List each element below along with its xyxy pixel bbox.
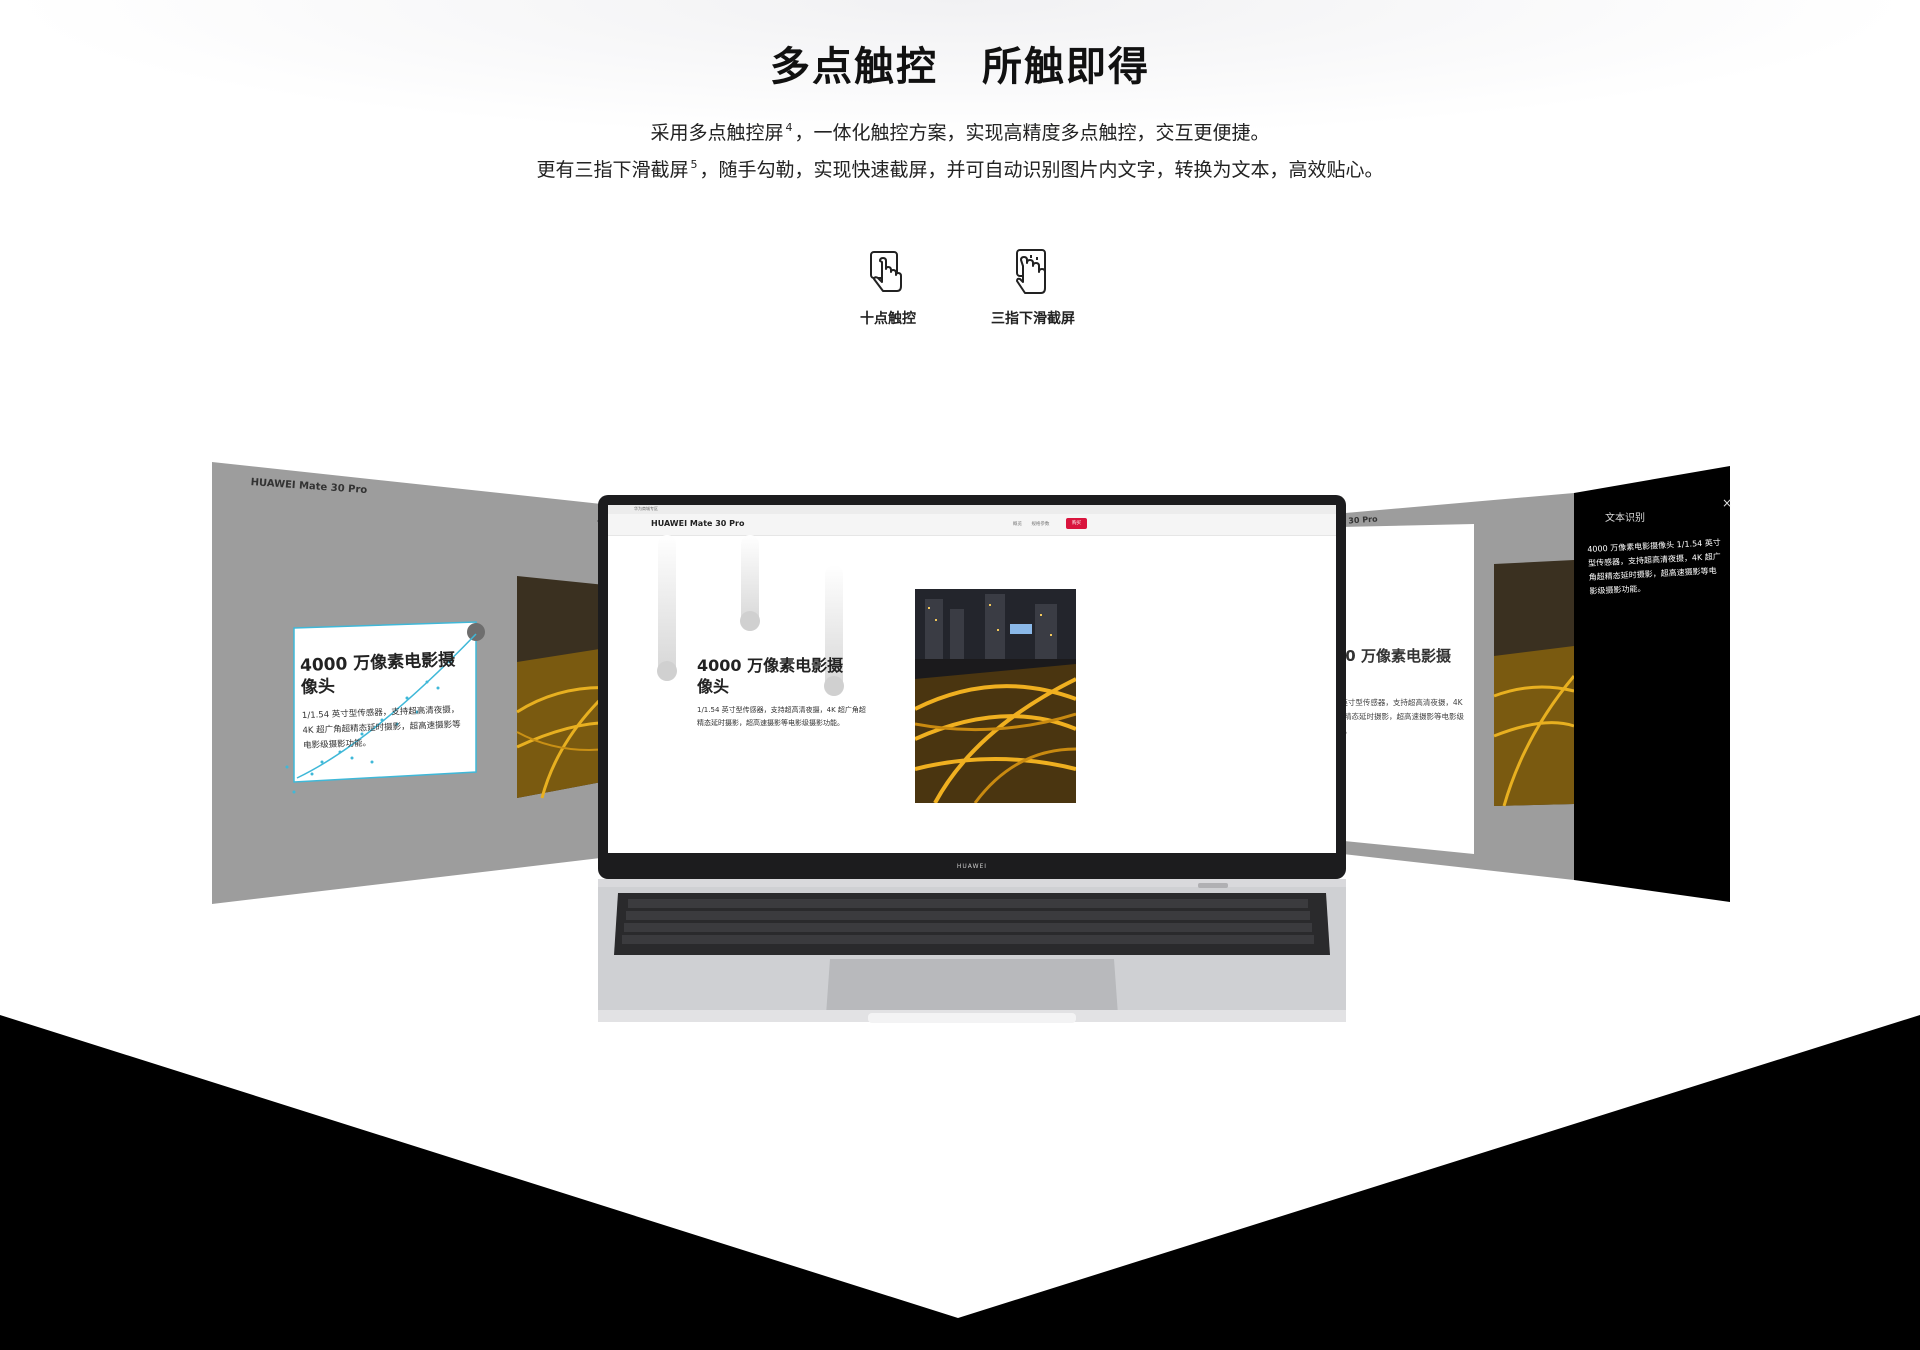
product-brand[interactable]: HUAWEI Mate 30 Pro <box>651 519 744 528</box>
ocr-close-button[interactable]: × <box>1722 496 1732 510</box>
feature-ten-point-touch: 十点触控 <box>818 248 958 328</box>
headline-part-1: 多点触控 <box>770 44 939 90</box>
screen-body: 1/1.54 英寸型传感器，支持超高清夜摄，4K 超广角超精态延时摄影，超高速摄… <box>697 706 866 727</box>
screen-heading: 4000 万像素电影摄像头 <box>697 656 844 696</box>
headline-part-2: 所触即得 <box>981 44 1150 90</box>
left-panel-heading: 4000 万像素电影摄像头 <box>299 650 456 699</box>
laptop-device: 华为商城专区 HUAWEI Mate 30 Pro 概览 规格参数 购买 400… <box>598 495 1346 1030</box>
laptop-logo: HUAWEI <box>956 863 988 870</box>
ocr-title: 文本识别 <box>1605 513 1645 524</box>
city-overpass-photo <box>915 589 1076 803</box>
feature-label: 三指下滑截屏 <box>991 311 1075 327</box>
top-bar-text: 华为商城专区 <box>634 506 658 511</box>
footnote-4: 4 <box>785 121 793 134</box>
description-line-1: 采用多点触控屏 4 ，一体化触控方案，实现高精度多点触控，交互更便捷。 <box>650 121 1270 144</box>
ocr-result-text: 4000 万像素电影摄像头 1/1.54 英寸型传感器，支持超高清夜摄，4K 超… <box>1587 538 1722 596</box>
single-finger-touch-icon <box>870 251 902 292</box>
description-line-2: 更有三指下滑截屏 5 ，随手勾勒，实现快速截屏，并可自动识别图片内文字，转换为文本，… <box>536 158 1384 181</box>
browser-top-bar: 华为商城专区 <box>608 505 1336 514</box>
feature-three-finger-screenshot: 三指下滑截屏 <box>963 248 1103 328</box>
left-panel-body: 1/1.54 英寸型传感器，支持超高清夜摄，4K 超广角超精态延时摄影，超高速摄… <box>301 704 461 752</box>
footnote-5: 5 <box>690 158 698 171</box>
buy-button[interactable]: 购买 <box>1066 518 1087 529</box>
left-panel-selected-card: 4000 万像素电影摄像头 1/1.54 英寸型传感器，支持超高清夜摄，4K 超… <box>289 641 472 790</box>
feature-label: 十点触控 <box>860 311 916 327</box>
three-finger-swipe-icon <box>1016 249 1046 294</box>
laptop-screen: 华为商城专区 HUAWEI Mate 30 Pro 概览 规格参数 购买 400… <box>608 505 1336 853</box>
nav-link-overview[interactable]: 概览 <box>1013 522 1022 527</box>
product-nav-bar: HUAWEI Mate 30 Pro 概览 规格参数 购买 <box>608 514 1336 536</box>
nav-links: 概览 规格参数 <box>1013 521 1057 527</box>
ocr-sidebar: 文本识别 × 4000 万像素电影摄像头 1/1.54 英寸型传感器，支持超高清… <box>1587 496 1732 599</box>
nav-link-specs[interactable]: 规格参数 <box>1031 522 1049 527</box>
section-headline: 多点触控 所触即得 <box>0 34 1920 92</box>
section-description: 采用多点触控屏 4 ，一体化触控方案，实现高精度多点触控，交互更便捷。 更有三指下滑… <box>0 112 1920 186</box>
